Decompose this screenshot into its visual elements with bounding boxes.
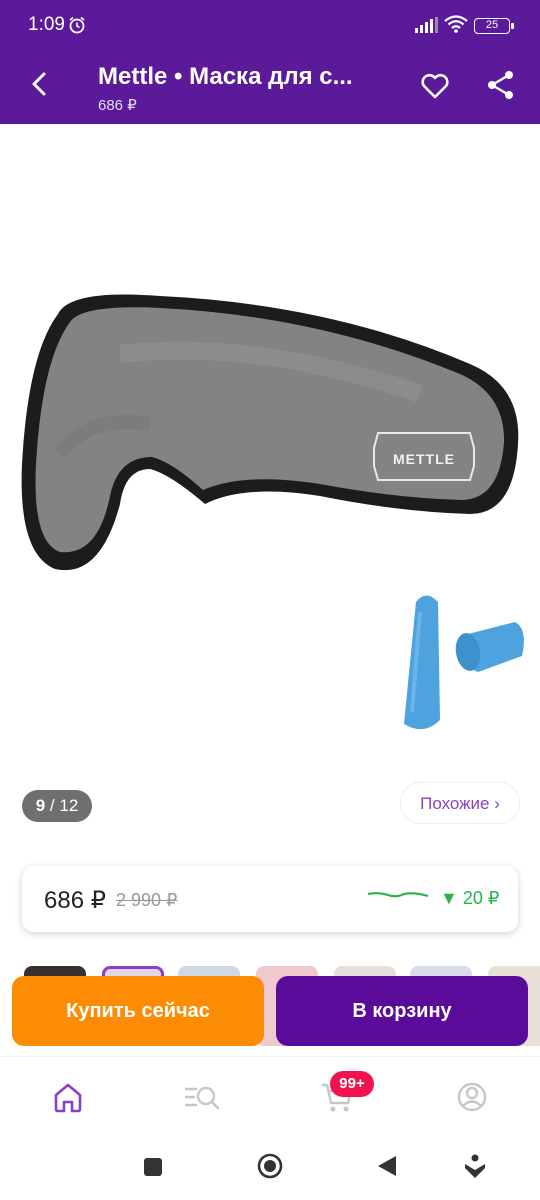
profile-icon[interactable] (452, 1077, 492, 1117)
product-image: METTLE (21, 294, 524, 730)
app-bar: Mettle • Маска для с... 686 ₽ (0, 46, 540, 124)
cart-badge: 99+ (330, 1071, 374, 1097)
old-price: 2 990 ₽ (116, 890, 178, 910)
status-time: 1:09 (28, 14, 65, 35)
page-title: Mettle • Маска для с... (98, 63, 353, 90)
mask-logo-text: METTLE (393, 451, 455, 467)
similar-button[interactable]: Похожие › (400, 782, 520, 824)
image-counter-total: / 12 (49, 796, 79, 815)
product-image-gallery[interactable]: METTLE (0, 124, 540, 834)
status-bar: 1:09 25 (0, 0, 540, 46)
alarm-icon (69, 16, 85, 34)
bottom-navigation: 99+ (0, 1056, 540, 1142)
price-drop: ▼ 20 ₽ (440, 888, 500, 908)
assistant-icon[interactable] (462, 1152, 488, 1180)
back-arrow-icon[interactable] (22, 66, 58, 102)
system-navigation-bar (0, 1142, 540, 1200)
buy-now-button[interactable]: Купить сейчас (12, 976, 264, 1046)
add-to-cart-button[interactable]: В корзину (276, 976, 528, 1046)
current-price: 686 ₽ (44, 887, 106, 914)
price-card[interactable]: 686 ₽ 2 990 ₽ ▼ 20 ₽ (22, 866, 518, 932)
page-subtitle-price: 686 ₽ (98, 97, 137, 114)
recent-apps-icon[interactable] (142, 1156, 164, 1178)
home-icon[interactable] (48, 1077, 88, 1117)
catalog-search-icon[interactable] (182, 1077, 222, 1117)
image-counter-current: 9 (35, 796, 46, 815)
share-icon[interactable] (484, 68, 518, 102)
home-circle-icon[interactable] (256, 1152, 284, 1180)
heart-icon[interactable] (418, 69, 452, 103)
price-trend-sparkline (367, 892, 429, 898)
image-counter: 9 / 12 (22, 790, 92, 822)
signal-icon (415, 17, 438, 33)
battery-icon: 25 (474, 18, 514, 34)
back-triangle-icon[interactable] (376, 1154, 398, 1178)
wifi-icon (444, 15, 468, 33)
